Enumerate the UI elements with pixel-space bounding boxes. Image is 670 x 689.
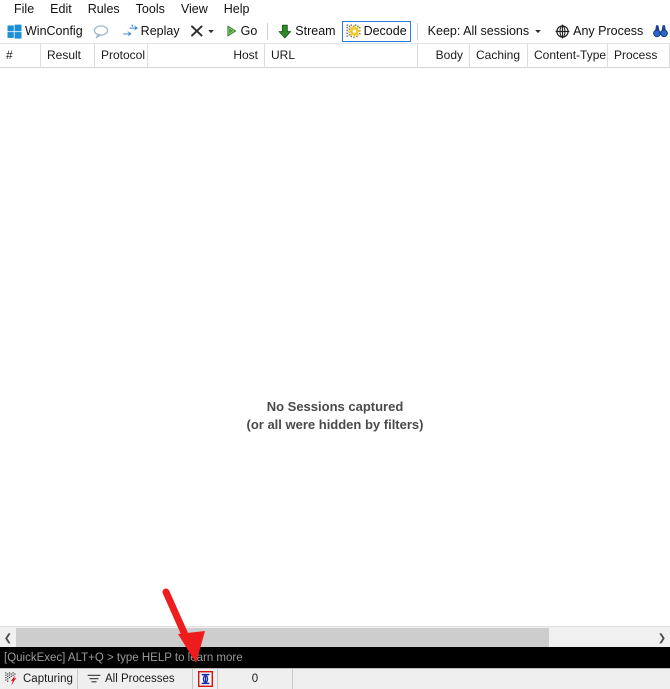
stream-label: Stream [295,24,336,38]
capturing-icon [5,672,19,686]
filter-funnel-icon [87,673,101,685]
binoculars-icon [653,24,669,38]
toolbar: WinConfig Replay Go Stream Decode Keep: … [0,19,670,44]
scrollbar-track[interactable] [16,627,654,649]
remove-x-icon [190,24,204,38]
status-selection-icon-cell[interactable] [193,669,218,689]
menu-item-rules[interactable]: Rules [80,0,128,19]
scrollbar-thumb[interactable] [16,628,549,648]
status-capturing[interactable]: Capturing [0,669,78,689]
stream-down-arrow-icon [278,24,292,39]
column-header-caching[interactable]: Caching [470,44,528,68]
stream-button[interactable]: Stream [274,21,339,42]
go-label: Go [240,24,258,38]
menu-item-view[interactable]: View [173,0,216,19]
toolbar-separator-1 [267,22,269,40]
any-process-button[interactable]: Any Process [551,21,647,42]
column-header-body[interactable]: Body [418,44,470,68]
decode-icon [345,23,361,39]
go-play-icon [225,24,238,38]
session-list[interactable]: No Sessions captured (or all were hidden… [0,68,670,626]
comment-button[interactable] [89,21,116,42]
scroll-left-button[interactable]: ❮ [0,627,16,649]
column-header-result[interactable]: Result [41,44,95,68]
menu-item-file[interactable]: File [6,0,42,19]
column-header-content-type[interactable]: Content-Type [528,44,608,68]
windows-logo-icon [7,24,22,39]
status-bar-filler [293,669,670,689]
chevron-down-icon[interactable] [534,27,542,35]
replay-icon [122,24,138,39]
go-button[interactable]: Go [221,21,262,42]
decode-button[interactable]: Decode [341,20,411,42]
find-button[interactable]: Find [649,21,670,42]
fiddler-window: File Edit Rules Tools View Help WinConfi… [0,0,670,689]
menu-item-tools[interactable]: Tools [128,0,173,19]
any-process-label: Any Process [573,24,644,38]
session-column-header: # Result Protocol Host URL Body Caching … [0,44,670,68]
menu-bar: File Edit Rules Tools View Help [0,0,670,19]
status-process-filter-label: All Processes [105,673,175,685]
replay-button[interactable]: Replay [118,21,184,42]
empty-state-line-1: No Sessions captured [266,399,404,414]
status-process-filter[interactable]: All Processes [78,669,193,689]
horizontal-scrollbar[interactable]: ❮ ❯ [0,626,670,649]
quickexec-input[interactable]: [QuickExec] ALT+Q > type HELP to learn m… [0,649,670,668]
comment-bubble-icon [93,24,109,39]
column-header-url[interactable]: URL [265,44,418,68]
chevron-down-icon[interactable] [207,27,215,35]
column-header-host[interactable]: Host [148,44,265,68]
crosshair-target-icon [555,24,570,39]
menu-item-help[interactable]: Help [216,0,258,19]
toolbar-separator-2 [416,22,418,40]
status-capturing-label: Capturing [23,673,73,685]
text-cursor-icon [197,670,213,688]
decode-label: Decode [363,24,407,38]
empty-state-message: No Sessions captured (or all were hidden… [0,398,670,434]
menu-item-edit[interactable]: Edit [42,0,80,19]
column-header-protocol[interactable]: Protocol [95,44,148,68]
status-bar: Capturing All Processes 0 [0,668,670,689]
empty-state-line-2: (or all were hidden by filters) [246,417,424,432]
column-header-process[interactable]: Process [608,44,670,68]
winconfig-label: WinConfig [25,24,83,38]
keep-sessions-dropdown[interactable]: Keep: All sessions [424,21,546,42]
scroll-right-button[interactable]: ❯ [654,627,670,649]
remove-button[interactable] [186,21,219,42]
status-selected-count: 0 [218,669,293,689]
winconfig-button[interactable]: WinConfig [3,21,87,42]
keep-sessions-label: Keep: All sessions [427,24,530,38]
replay-label: Replay [140,24,180,38]
column-header-number[interactable]: # [0,44,41,68]
